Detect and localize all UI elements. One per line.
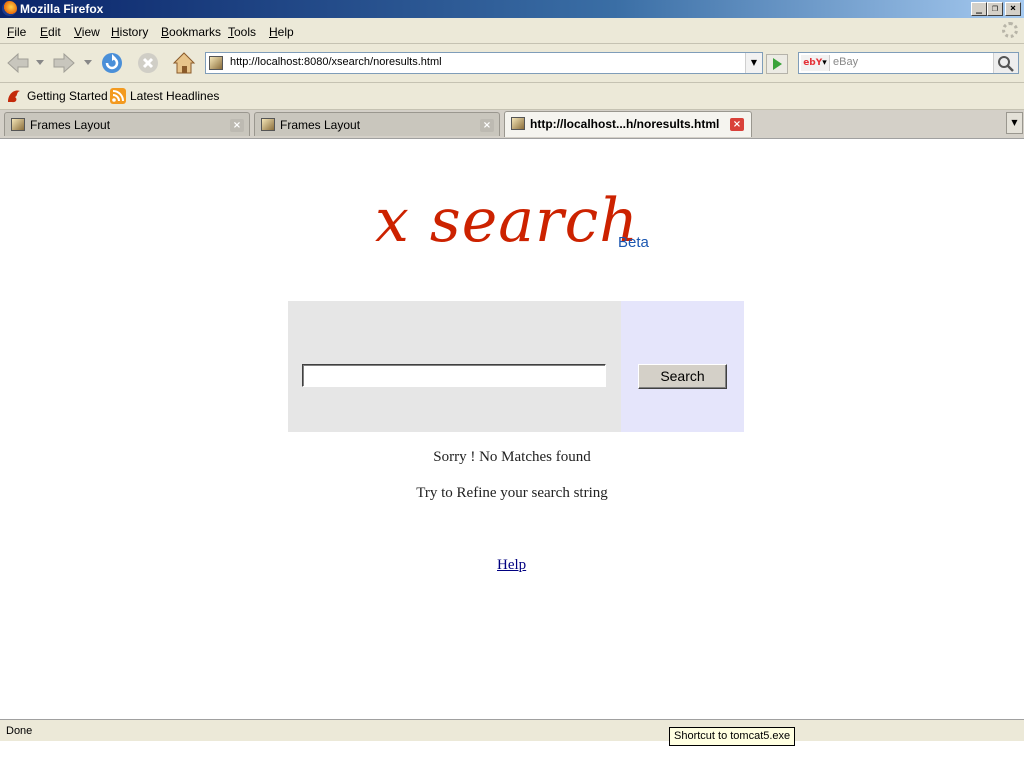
- tab-label: Frames Layout: [30, 118, 111, 132]
- tab-frames-layout-1[interactable]: Frames Layout ×: [4, 112, 250, 136]
- search-bar[interactable]: ebY▾ eBay: [798, 52, 1019, 74]
- search-button[interactable]: Search: [638, 364, 727, 389]
- back-arrow-icon[interactable]: [6, 52, 30, 74]
- tab-favicon-icon: [11, 118, 25, 131]
- title-bar: Mozilla Firefox _ ❐ ×: [0, 0, 1024, 18]
- throbber-icon: [1002, 22, 1018, 38]
- address-text[interactable]: http://localhost:8080/xsearch/noresults.…: [230, 56, 442, 68]
- beta-label: Beta: [618, 234, 649, 251]
- window-title: Mozilla Firefox: [20, 2, 104, 16]
- status-bar: Done: [0, 719, 1024, 742]
- xsearch-logo: x search: [375, 186, 639, 256]
- address-bar[interactable]: http://localhost:8080/xsearch/noresults.…: [205, 52, 763, 74]
- search-magnifier-icon[interactable]: [993, 53, 1018, 73]
- bookmark-getting-started[interactable]: Getting Started: [27, 89, 108, 103]
- go-arrow-icon[interactable]: [766, 54, 788, 74]
- desktop-strip: [0, 741, 1024, 768]
- tab-strip: Frames Layout × Frames Layout × http://l…: [0, 110, 1024, 139]
- tab-frames-layout-2[interactable]: Frames Layout ×: [254, 112, 500, 136]
- tab-close-icon[interactable]: ×: [480, 119, 494, 132]
- tab-label: Frames Layout: [280, 118, 361, 132]
- menu-bar: File Edit View History Bookmarks Tools H…: [0, 18, 1024, 44]
- tab-favicon-icon: [261, 118, 275, 131]
- no-results-message: Sorry ! No Matches found: [433, 449, 591, 465]
- menu-edit[interactable]: Edit: [40, 25, 61, 39]
- tab-close-icon[interactable]: ×: [730, 118, 744, 131]
- tab-list-dropdown-icon[interactable]: ▼: [1006, 112, 1023, 134]
- search-placeholder[interactable]: eBay: [833, 56, 858, 68]
- home-icon[interactable]: [171, 50, 197, 76]
- menu-history[interactable]: History: [111, 25, 148, 39]
- refine-hint: Try to Refine your search string: [416, 485, 608, 501]
- menu-help[interactable]: Help: [269, 25, 294, 39]
- page-favicon-icon: [209, 56, 223, 70]
- reload-icon[interactable]: [100, 51, 124, 75]
- menu-file[interactable]: File: [7, 25, 26, 39]
- forward-arrow-icon[interactable]: [52, 52, 76, 74]
- query-input[interactable]: [302, 364, 606, 387]
- help-link[interactable]: Help: [497, 557, 526, 574]
- firefox-icon: [8, 90, 20, 103]
- taskbar-tooltip: Shortcut to tomcat5.exe: [669, 727, 796, 746]
- minimize-button[interactable]: _: [971, 2, 987, 16]
- tab-noresults[interactable]: http://localhost...h/noresults.html ×: [504, 111, 752, 137]
- back-history-dropdown-icon[interactable]: [36, 60, 44, 66]
- tab-favicon-icon: [511, 117, 525, 130]
- menu-view[interactable]: View: [74, 25, 100, 39]
- tab-close-icon[interactable]: ×: [230, 119, 244, 132]
- tab-label: http://localhost...h/noresults.html: [530, 117, 720, 131]
- menu-bookmarks[interactable]: Bookmarks: [161, 25, 221, 39]
- bookmarks-toolbar: Getting Started Latest Headlines: [0, 83, 1024, 110]
- menu-tools[interactable]: Tools: [228, 25, 256, 39]
- forward-history-dropdown-icon[interactable]: [84, 60, 92, 66]
- search-engine-icon[interactable]: ebY▾: [801, 55, 830, 71]
- bookmark-latest-headlines[interactable]: Latest Headlines: [130, 89, 219, 103]
- address-dropdown-icon[interactable]: ▼: [745, 53, 762, 73]
- rss-feed-icon: [110, 88, 126, 104]
- firefox-icon: [2, 1, 17, 16]
- close-window-button[interactable]: ×: [1005, 2, 1021, 16]
- restore-button[interactable]: ❐: [987, 2, 1003, 16]
- navigation-toolbar: http://localhost:8080/xsearch/noresults.…: [0, 44, 1024, 83]
- status-text: Done: [6, 725, 33, 737]
- stop-icon[interactable]: [136, 51, 160, 75]
